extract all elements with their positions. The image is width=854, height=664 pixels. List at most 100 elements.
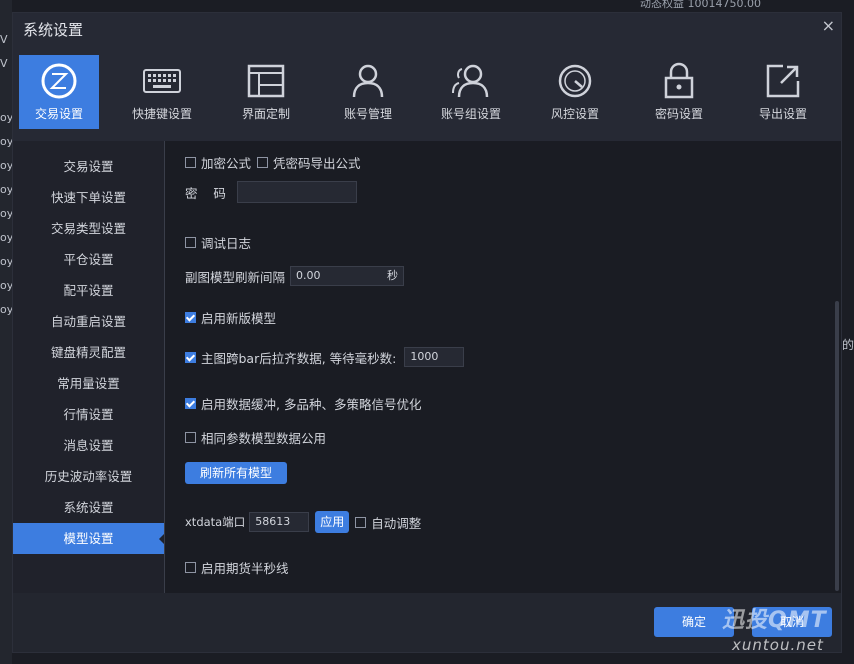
sidebar-item-messages[interactable]: 消息设置	[13, 430, 164, 461]
bg-fragment: oy	[0, 135, 14, 148]
gauge-icon	[558, 64, 592, 98]
bg-fragment: oy	[0, 231, 14, 244]
tab-label: 密码设置	[654, 107, 703, 121]
xtdata-row: xtdata端口 58613 应用 自动调整	[185, 511, 421, 533]
content-scrollbar[interactable]	[835, 301, 839, 591]
refresh-interval-row: 副图模型刷新间隔 0.00 秒	[185, 266, 405, 286]
refresh-interval-input[interactable]: 0.00 秒	[290, 266, 405, 286]
sidebar-item-common-volume[interactable]: 常用量设置	[13, 368, 164, 399]
encrypt-formula-checkbox[interactable]	[185, 157, 196, 168]
password-input[interactable]	[237, 181, 357, 203]
encrypt-formula-label: 加密公式	[201, 156, 252, 171]
new-model-label: 启用新版模型	[201, 311, 277, 326]
new-model-row: 启用新版模型	[185, 308, 276, 327]
model-settings-panel: 加密公式 凭密码导出公式 密 码 调试日志 副图模型刷新间隔 0.00 秒 启用…	[165, 141, 841, 593]
tab-label: 快捷键设置	[131, 107, 192, 121]
debug-log-checkbox[interactable]	[185, 237, 196, 248]
sidebar-item-balance[interactable]: 配平设置	[13, 275, 164, 306]
shared-params-checkbox[interactable]	[185, 432, 196, 443]
bg-fragment: oy	[0, 279, 14, 292]
bg-fragment: oy	[0, 303, 14, 316]
password-export-checkbox[interactable]	[257, 157, 269, 168]
encrypt-formula-row: 加密公式 凭密码导出公式	[185, 153, 361, 172]
trade-icon	[41, 63, 77, 99]
close-icon[interactable]: ×	[822, 16, 835, 35]
auto-adjust-label: 自动调整	[371, 515, 422, 531]
watermark-url: xuntou.net	[732, 636, 824, 654]
debug-log-label: 调试日志	[201, 236, 252, 251]
bg-fragment: oy	[0, 159, 14, 172]
tab-password-settings[interactable]: 密码设置	[639, 55, 719, 129]
settings-sidebar: 交易设置 快速下单设置 交易类型设置 平仓设置 配平设置 自动重启设置 键盘精灵…	[13, 141, 164, 593]
refresh-interval-label: 副图模型刷新间隔	[185, 269, 286, 285]
background-left-column: V V oy oy oy oy oy oy oy oy oy	[0, 0, 14, 664]
bg-fragment: V	[0, 57, 8, 70]
sidebar-item-trade[interactable]: 交易设置	[13, 151, 164, 182]
bg-fragment: V	[0, 33, 8, 46]
keyboard-icon	[143, 69, 181, 93]
sidebar-item-close-position[interactable]: 平仓设置	[13, 244, 164, 275]
tab-shortcut-settings[interactable]: 快捷键设置	[122, 55, 202, 129]
sidebar-item-model[interactable]: 模型设置	[13, 523, 164, 554]
debug-log-row: 调试日志	[185, 233, 251, 252]
tab-label: 风控设置	[550, 107, 599, 121]
tab-layout-settings[interactable]: 界面定制	[226, 55, 306, 129]
tab-label: 账号管理	[343, 107, 392, 121]
refresh-all-models-button[interactable]: 刷新所有模型	[185, 462, 287, 484]
tab-export-settings[interactable]: 导出设置	[743, 55, 823, 129]
password-label: 密 码	[185, 185, 226, 201]
bg-fragment: oy	[0, 183, 14, 196]
tab-risk-settings[interactable]: 风控设置	[535, 55, 615, 129]
system-settings-dialog: 系统设置 × 交易设置 快捷键设置 界面定制 账号管理 账号组设置 风控设置 密…	[12, 12, 842, 653]
auto-adjust-checkbox[interactable]	[355, 516, 367, 528]
tab-label: 导出设置	[758, 107, 807, 121]
sidebar-item-quick-order[interactable]: 快速下单设置	[13, 182, 164, 213]
export-icon	[766, 64, 800, 98]
futures-half-second-row: 启用期货半秒线	[185, 558, 289, 577]
bg-fragment: oy	[0, 255, 14, 268]
watermark-logo-text: 迅投QMT	[722, 608, 827, 633]
xtdata-label: xtdata端口	[185, 515, 246, 529]
dialog-title: 系统设置	[23, 21, 84, 39]
tab-label: 账号组设置	[440, 107, 501, 121]
sidebar-item-quotes[interactable]: 行情设置	[13, 399, 164, 430]
layout-icon	[247, 64, 285, 98]
user-group-icon	[452, 64, 489, 98]
shared-params-row: 相同参数模型数据公用	[185, 428, 326, 447]
lock-icon	[664, 62, 694, 99]
bg-fragment: oy	[0, 207, 14, 220]
sidebar-item-auto-restart[interactable]: 自动重启设置	[13, 306, 164, 337]
bar-align-label: 主图跨bar后拉齐数据, 等待毫秒数:	[201, 350, 397, 366]
data-cache-row: 启用数据缓冲, 多品种、多策略信号优化	[185, 394, 421, 413]
tab-label: 界面定制	[241, 107, 290, 121]
background-right-fragment: 的	[841, 338, 854, 352]
password-export-label: 凭密码导出公式	[273, 156, 361, 171]
bar-align-input[interactable]: 1000	[404, 347, 465, 367]
tab-account-management[interactable]: 账号管理	[328, 55, 408, 129]
xtdata-port-input[interactable]: 58613	[249, 512, 310, 532]
refresh-interval-value: 0.00	[296, 269, 321, 282]
bg-fragment: oy	[0, 111, 14, 124]
password-row: 密 码	[185, 181, 357, 203]
dialog-titlebar[interactable]: 系统设置 ×	[13, 13, 841, 43]
new-model-checkbox[interactable]	[185, 312, 196, 323]
sidebar-item-keyboard-wizard[interactable]: 键盘精灵配置	[13, 337, 164, 368]
bar-align-row: 主图跨bar后拉齐数据, 等待毫秒数: 1000	[185, 347, 465, 367]
shared-params-label: 相同参数模型数据公用	[201, 431, 327, 446]
data-cache-label: 启用数据缓冲, 多品种、多策略信号优化	[201, 397, 422, 412]
apply-button[interactable]: 应用	[315, 511, 350, 533]
refresh-interval-unit: 秒	[387, 269, 399, 282]
futures-half-second-checkbox[interactable]	[185, 562, 196, 573]
tab-account-group-settings[interactable]: 账号组设置	[431, 55, 511, 129]
bar-align-checkbox[interactable]	[185, 351, 196, 363]
user-icon	[352, 64, 384, 98]
data-cache-checkbox[interactable]	[185, 398, 196, 409]
dialog-footer: 确定 取消	[13, 593, 841, 652]
sidebar-item-trade-type[interactable]: 交易类型设置	[13, 213, 164, 244]
tab-label: 交易设置	[34, 107, 83, 121]
sidebar-item-system[interactable]: 系统设置	[13, 492, 164, 523]
futures-half-second-label: 启用期货半秒线	[201, 561, 289, 576]
sidebar-item-historical-volatility[interactable]: 历史波动率设置	[13, 461, 164, 492]
tab-trade-settings[interactable]: 交易设置	[19, 55, 99, 129]
settings-toolbar: 交易设置 快捷键设置 界面定制 账号管理 账号组设置 风控设置 密码设置 导出设…	[13, 43, 841, 141]
